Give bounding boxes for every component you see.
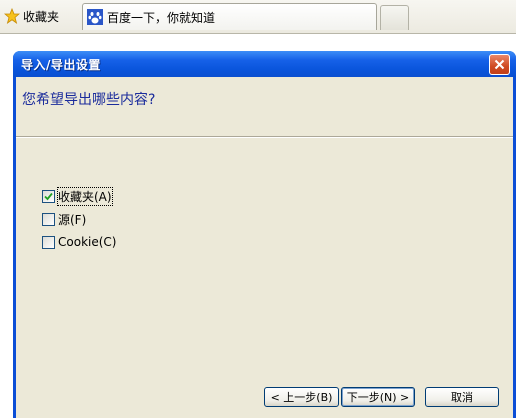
back-button[interactable]: < 上一步(B)	[264, 387, 339, 407]
option-favorites[interactable]: 收藏夹(A)	[42, 186, 113, 206]
feeds-checkbox[interactable]	[42, 212, 55, 226]
wizard-question: 您希望导出哪些内容?	[22, 92, 156, 108]
cookies-option-label: Cookie(C)	[58, 235, 117, 249]
browser-tab-strip: 收藏夹 百度一下，你就知道	[0, 0, 516, 34]
cookies-checkbox[interactable]	[42, 235, 55, 249]
browser-tab[interactable]: 百度一下，你就知道	[82, 3, 377, 30]
favorites-label: 收藏夹	[23, 9, 60, 24]
new-tab-button[interactable]	[380, 5, 409, 30]
dialog-body: 您希望导出哪些内容? 收藏夹(A) 源(F) Cookie(C) < 上一步(B…	[16, 77, 513, 418]
cancel-button[interactable]: 取消	[425, 387, 499, 407]
favorites-checkbox[interactable]	[42, 189, 55, 203]
header-divider	[16, 136, 513, 138]
checkmark-icon	[44, 192, 53, 200]
dialog-titlebar[interactable]: 导入/导出设置	[13, 51, 516, 77]
feeds-option-label: 源(F)	[58, 212, 87, 227]
close-button[interactable]	[489, 54, 510, 75]
star-icon	[4, 8, 20, 24]
tab-title: 百度一下，你就知道	[107, 10, 216, 25]
close-icon	[494, 59, 505, 70]
favorites-button[interactable]: 收藏夹	[4, 6, 59, 26]
baidu-paw-icon	[87, 9, 103, 25]
dialog-title: 导入/导出设置	[21, 58, 101, 72]
option-cookies[interactable]: Cookie(C)	[42, 235, 116, 249]
wizard-header: 您希望导出哪些内容?	[16, 77, 513, 137]
option-feeds[interactable]: 源(F)	[42, 212, 87, 227]
favorites-option-label: 收藏夹(A)	[57, 186, 113, 206]
import-export-dialog: 导入/导出设置 您希望导出哪些内容? 收藏夹(A) 源(F) Cookie(C)…	[13, 51, 516, 418]
next-button[interactable]: 下一步(N) >	[341, 387, 415, 407]
